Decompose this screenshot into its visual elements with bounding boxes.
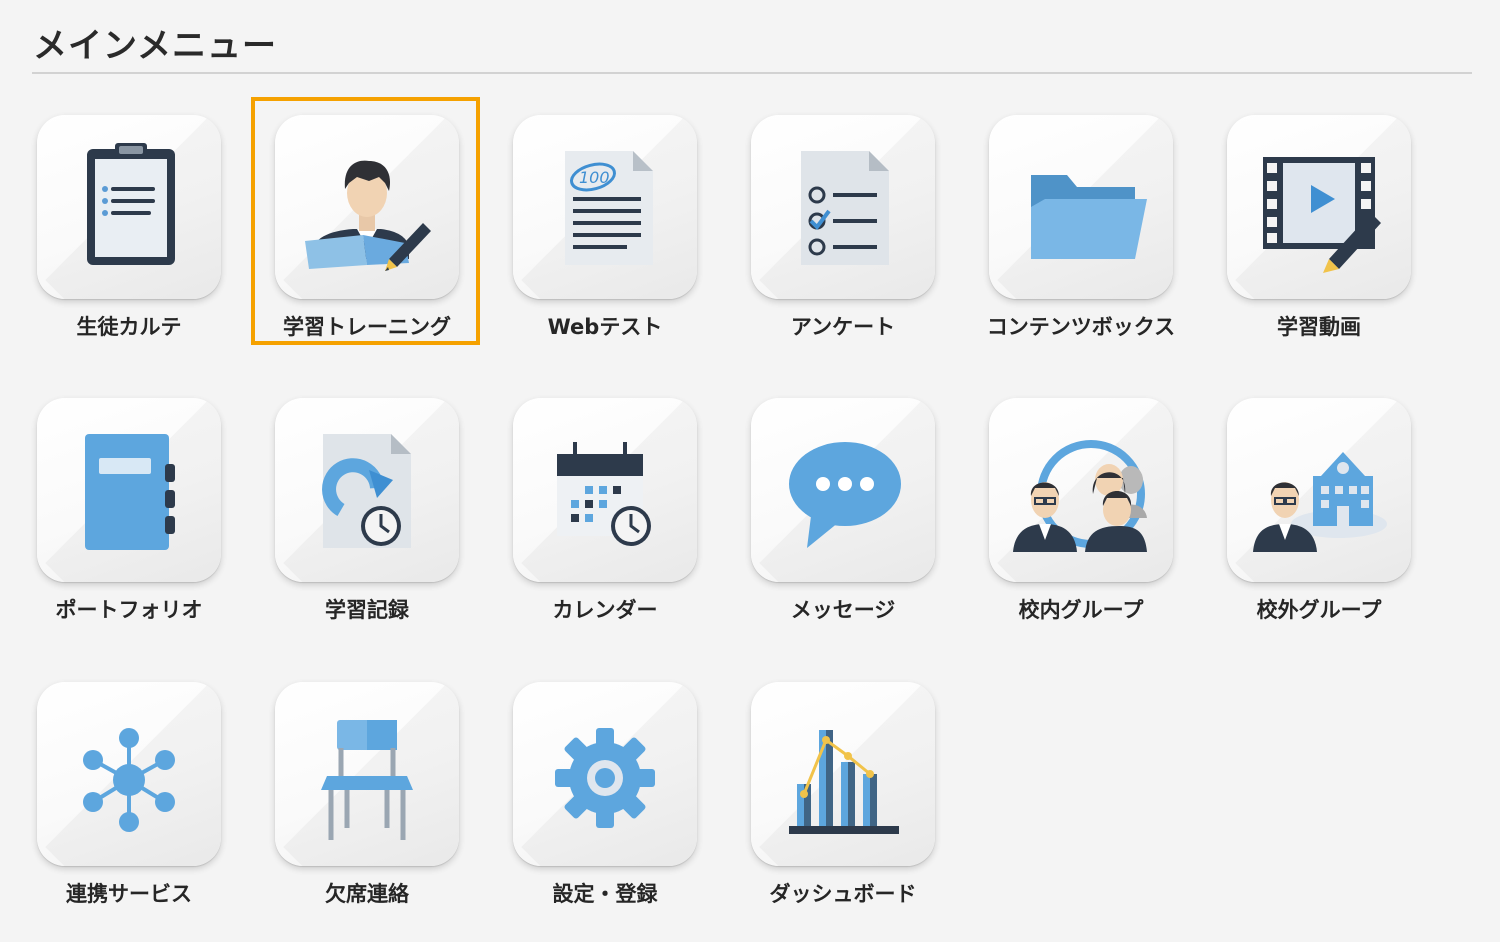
svg-text:100: 100	[579, 168, 610, 187]
menu-tile-portfolio[interactable]: ポートフォリオ	[37, 398, 275, 658]
menu-label: 校外グループ	[1256, 598, 1382, 622]
menu-label: アンケート	[790, 315, 896, 339]
menu-tile-external-group[interactable]: 校外グループ	[1227, 398, 1465, 658]
menu-label: ポートフォリオ	[55, 598, 203, 622]
menu-label: 連携サービス	[66, 882, 192, 906]
external-group-icon	[1253, 452, 1387, 552]
menu-tile-calendar[interactable]: カレンダー	[513, 398, 751, 658]
menu-label: 学習トレーニング	[283, 315, 451, 339]
clipboard-icon	[87, 143, 175, 265]
video-edit-icon	[1263, 157, 1381, 273]
speech-bubble-icon	[789, 442, 901, 548]
menu-tile-internal-group[interactable]: 校内グループ	[989, 398, 1227, 658]
menu-label: 欠席連絡	[325, 882, 409, 906]
menu-tile-linked-services[interactable]: 連携サービス	[37, 682, 275, 942]
menu-label: 校内グループ	[1018, 598, 1144, 622]
menu-tile-dashboard[interactable]: ダッシュボード	[751, 682, 989, 942]
menu-tile-contents-box[interactable]: コンテンツボックス	[987, 115, 1227, 375]
menu-label: ダッシュボード	[769, 882, 917, 906]
menu-label: 生徒カルテ	[76, 315, 182, 339]
chair-icon	[321, 720, 413, 840]
student-study-icon	[305, 160, 431, 271]
folder-icon	[1031, 175, 1147, 259]
menu-tile-absence-notice[interactable]: 欠席連絡	[275, 682, 513, 942]
gear-icon	[555, 728, 655, 828]
menu-label: 学習記録	[325, 598, 409, 622]
menu-label: カレンダー	[552, 598, 658, 622]
study-record-icon	[322, 434, 411, 548]
calendar-icon	[557, 442, 651, 546]
menu-label: 学習動画	[1277, 315, 1361, 339]
menu-label: コンテンツボックス	[986, 315, 1176, 339]
web-test-icon: 100	[565, 151, 653, 265]
menu-tile-settings[interactable]: 設定・登録	[513, 682, 751, 942]
menu-tile-survey[interactable]: アンケート	[751, 115, 989, 375]
title-divider	[32, 72, 1472, 74]
menu-label: 設定・登録	[552, 882, 658, 906]
dashboard-chart-icon	[789, 730, 899, 834]
menu-label: メッセージ	[790, 598, 896, 622]
menu-tile-student-record[interactable]: 生徒カルテ	[37, 115, 275, 375]
internal-group-icon	[1013, 440, 1147, 552]
menu-tile-study-record[interactable]: 学習記録	[275, 398, 513, 658]
network-icon	[83, 728, 175, 832]
survey-checklist-icon	[801, 151, 889, 265]
menu-tile-web-test[interactable]: 100 Webテスト	[513, 115, 751, 375]
menu-tile-study-video[interactable]: 学習動画	[1227, 115, 1465, 375]
menu-label: Webテスト	[547, 315, 663, 339]
menu-tile-study-training[interactable]: 学習トレーニング	[275, 115, 513, 375]
menu-tile-message[interactable]: メッセージ	[751, 398, 989, 658]
notebook-icon	[85, 434, 175, 550]
page-title: メインメニュー	[33, 26, 277, 66]
